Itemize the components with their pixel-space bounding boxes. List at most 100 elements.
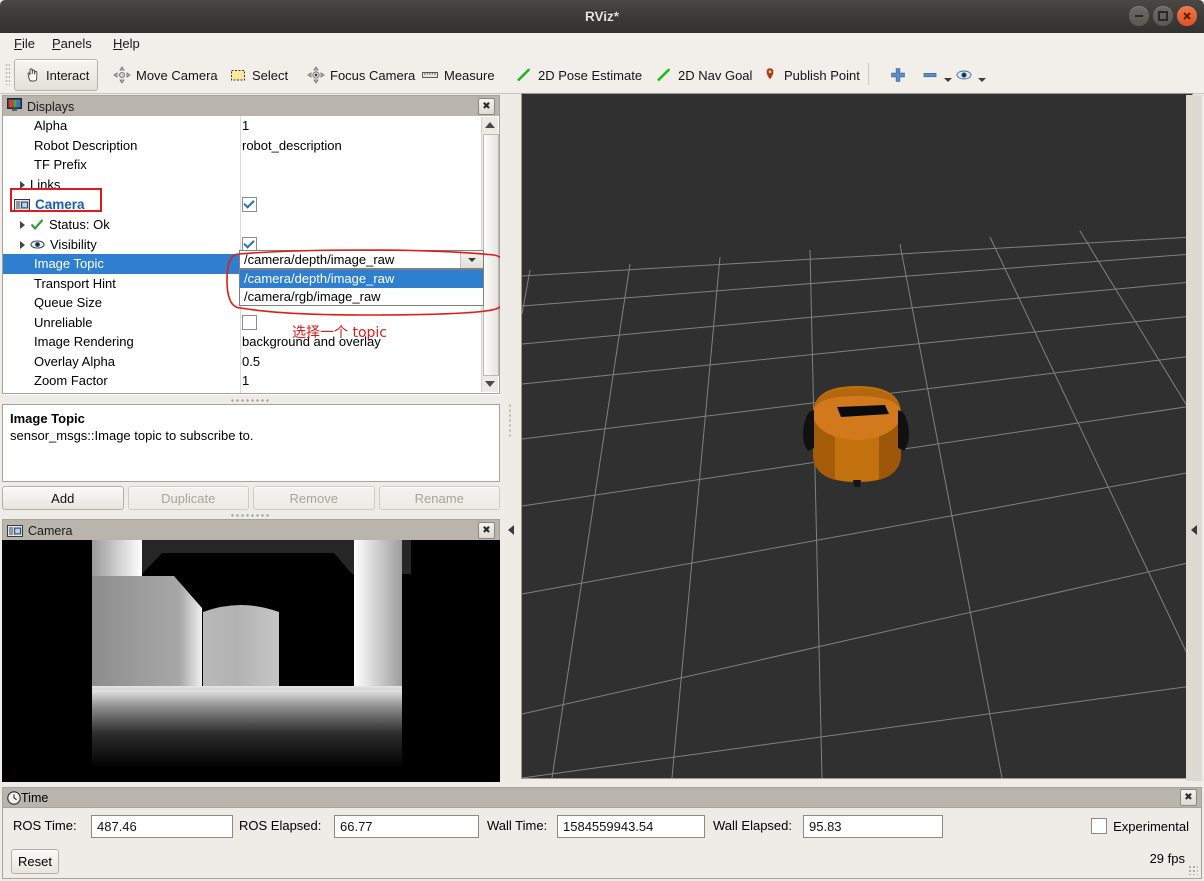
- duplicate-button[interactable]: Duplicate: [128, 486, 250, 510]
- tool-label: Focus Camera: [330, 68, 415, 83]
- table-row[interactable]: Camera: [3, 194, 482, 215]
- chevron-down-icon[interactable]: [978, 78, 986, 82]
- description-text: sensor_msgs::Image topic to subscribe to…: [10, 427, 492, 444]
- property-name: Links: [30, 177, 60, 192]
- dropdown-option[interactable]: /camera/rgb/image_raw: [240, 288, 483, 306]
- dropdown-option[interactable]: /camera/depth/image_raw: [240, 270, 483, 288]
- close-icon[interactable]: ✖: [1180, 789, 1197, 806]
- tool-2d-pose-estimate[interactable]: 2D Pose Estimate: [506, 59, 651, 91]
- displays-panel-header: Displays ✖: [2, 95, 500, 118]
- map-pin-icon: [761, 66, 779, 84]
- table-row[interactable]: Overlay Alpha 0.5: [3, 352, 482, 372]
- ros-time-input[interactable]: 487.46: [91, 815, 233, 838]
- ruler-icon: [421, 66, 439, 84]
- camera-panel-title: Camera: [28, 524, 72, 538]
- property-name: Unreliable: [34, 313, 93, 333]
- scroll-up-icon[interactable]: [482, 117, 498, 133]
- tool-visibility[interactable]: [946, 59, 995, 91]
- property-name: Overlay Alpha: [34, 352, 115, 372]
- table-row[interactable]: Alpha 1: [3, 116, 482, 136]
- property-value: 0.5: [242, 352, 260, 372]
- rename-button[interactable]: Rename: [379, 486, 501, 510]
- green-check-icon: [30, 218, 44, 231]
- menu-file[interactable]: FFileile: [6, 33, 43, 55]
- left-panel-collapse-handle[interactable]: [503, 95, 519, 781]
- depth-image-render: [2, 540, 500, 782]
- camera-panel-header: Camera ✖: [2, 519, 500, 542]
- tool-label: Publish Point: [784, 68, 860, 83]
- tool-2d-nav-goal[interactable]: 2D Nav Goal: [646, 59, 761, 91]
- expand-arrow-icon[interactable]: [18, 180, 27, 189]
- wall-time-input[interactable]: 1584559943.54: [557, 815, 705, 838]
- panel-splitter-handle[interactable]: [230, 398, 270, 404]
- ros-elapsed-label: ROS Elapsed:: [239, 818, 321, 833]
- tool-focus-camera[interactable]: Focus Camera: [298, 59, 424, 91]
- monitor-icon: [7, 98, 22, 115]
- add-button[interactable]: Add: [2, 486, 124, 510]
- property-name: Image Topic: [34, 254, 104, 274]
- tool-measure[interactable]: Measure: [412, 59, 504, 91]
- resize-grip[interactable]: [1188, 865, 1198, 875]
- wall-elapsed-input[interactable]: 95.83: [803, 815, 943, 838]
- close-button[interactable]: [1177, 6, 1197, 26]
- table-row[interactable]: Unreliable: [3, 313, 482, 333]
- window-controls: [1129, 6, 1197, 26]
- time-panel: Time ✖ ROS Time: 487.46 ROS Elapsed: 66.…: [2, 787, 1202, 879]
- description-title: Image Topic: [10, 410, 492, 427]
- remove-button[interactable]: Remove: [253, 486, 375, 510]
- image-topic-combo[interactable]: /camera/depth/image_raw: [239, 250, 484, 269]
- close-icon[interactable]: ✖: [478, 98, 495, 115]
- close-icon[interactable]: ✖: [478, 522, 495, 539]
- tool-select[interactable]: Select: [220, 59, 297, 91]
- menu-panels[interactable]: Panels: [44, 33, 100, 55]
- tool-label: 2D Pose Estimate: [538, 68, 642, 83]
- expand-arrow-icon[interactable]: [18, 240, 27, 249]
- 3d-viewport[interactable]: [521, 93, 1193, 779]
- rviz-window: RViz* FFileile Panels Help In: [0, 0, 1204, 881]
- wall-elapsed-label: Wall Elapsed:: [713, 818, 792, 833]
- enable-checkbox[interactable]: [242, 197, 257, 212]
- reset-button[interactable]: Reset: [11, 849, 59, 874]
- table-row[interactable]: TF Prefix: [3, 155, 482, 175]
- table-row[interactable]: Status: Ok: [3, 215, 482, 235]
- tool-move-camera[interactable]: Move Camera: [104, 59, 227, 91]
- unreliable-checkbox[interactable]: [242, 315, 257, 330]
- property-value: 1: [242, 371, 249, 391]
- ros-elapsed-input[interactable]: 66.77: [334, 815, 479, 838]
- camera-depth-image: [2, 540, 500, 782]
- hand-cursor-icon: [23, 66, 41, 84]
- minimize-button[interactable]: [1129, 6, 1149, 26]
- topic-annotation: 选择一个 topic: [292, 322, 387, 342]
- window-title: RViz*: [0, 0, 1204, 33]
- tool-label: Interact: [46, 68, 89, 83]
- experimental-toggle[interactable]: Experimental: [1091, 818, 1189, 834]
- image-topic-combo-value: /camera/depth/image_raw: [244, 252, 394, 267]
- chevron-down-icon[interactable]: [460, 251, 483, 268]
- property-value: robot_description: [242, 136, 342, 156]
- table-row[interactable]: Image Rendering background and overlay: [3, 332, 482, 352]
- scroll-down-icon[interactable]: [482, 376, 498, 392]
- property-name: Alpha: [34, 116, 67, 136]
- select-rect-icon: [229, 66, 247, 84]
- property-description-panel: Image Topic sensor_msgs::Image topic to …: [2, 404, 500, 482]
- eye-icon: [30, 239, 45, 250]
- tool-interact[interactable]: Interact: [14, 59, 98, 91]
- move-camera-icon: [113, 66, 131, 84]
- tool-add-panel[interactable]: [880, 59, 916, 91]
- scrollbar-thumb[interactable]: [483, 134, 499, 376]
- table-row[interactable]: Zoom Factor 1: [3, 371, 482, 391]
- image-topic-dropdown[interactable]: /camera/depth/image_raw /camera/rgb/imag…: [239, 269, 484, 306]
- expand-arrow-icon[interactable]: [18, 220, 27, 229]
- clock-icon: [7, 791, 21, 805]
- minus-icon: [921, 66, 939, 84]
- right-panel-collapse-handle[interactable]: [1186, 95, 1202, 781]
- maximize-button[interactable]: [1153, 6, 1173, 26]
- displays-button-row: Add Duplicate Remove Rename: [2, 486, 500, 510]
- experimental-checkbox[interactable]: [1091, 818, 1107, 834]
- table-row[interactable]: Links: [3, 175, 482, 195]
- tool-publish-point[interactable]: Publish Point: [752, 59, 869, 91]
- toolbar-grip[interactable]: [5, 63, 10, 85]
- menu-help[interactable]: Help: [105, 33, 148, 55]
- 3d-scene: [522, 94, 1192, 778]
- table-row[interactable]: Robot Description robot_description: [3, 136, 482, 156]
